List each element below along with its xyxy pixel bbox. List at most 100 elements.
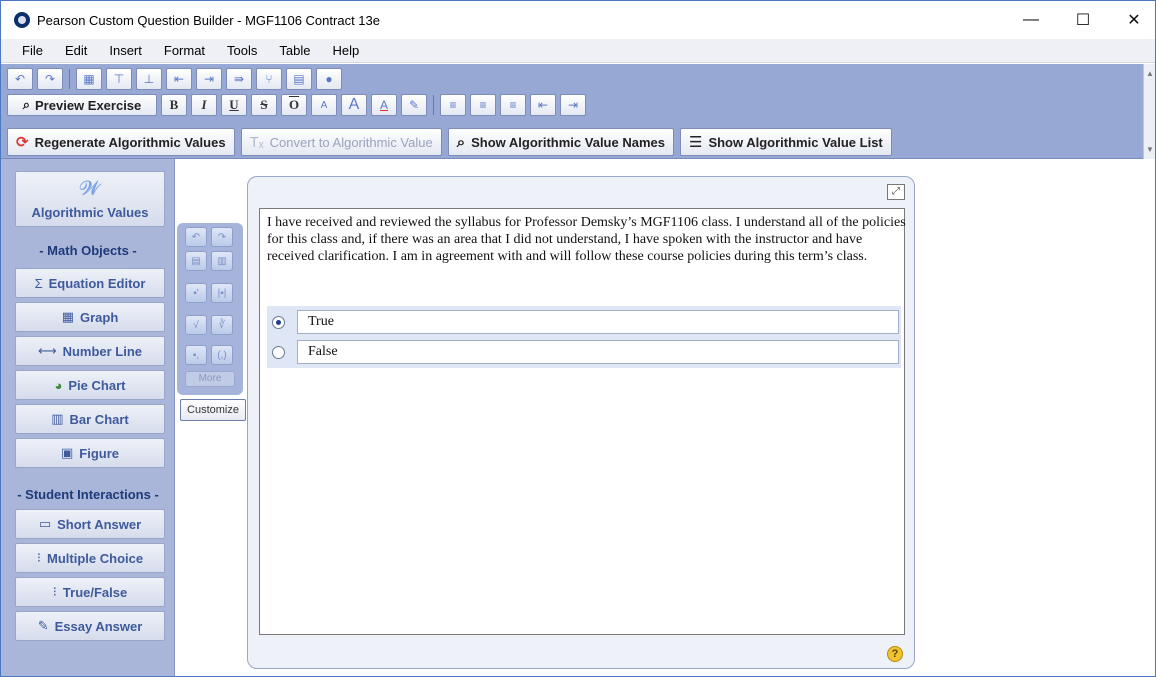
question-editor-area[interactable] bbox=[259, 208, 905, 635]
delete-column-icon[interactable]: ⇛ bbox=[226, 68, 252, 90]
scroll-down-icon[interactable]: ▼ bbox=[1146, 146, 1154, 154]
multiple-choice-button[interactable]: ⁝ Multiple Choice bbox=[15, 543, 165, 573]
superscript-icon[interactable]: ▪' bbox=[185, 283, 207, 303]
mixed-fraction-icon[interactable]: ▥ bbox=[211, 251, 233, 271]
equation-editor-button[interactable]: Σ Equation Editor bbox=[15, 268, 165, 298]
toolbar-area: ↶ ↷ ▦ ⊤ ⊥ ⇤ ⇥ ⇛ ⑂ ▤ ● ⌕ Preview Exercise… bbox=[1, 64, 1155, 159]
font-size-decrease-icon[interactable]: A bbox=[311, 94, 337, 116]
menu-bar: File Edit Insert Format Tools Table Help bbox=[1, 39, 1155, 63]
more-button[interactable]: More bbox=[185, 371, 235, 387]
bold-button[interactable]: B bbox=[161, 94, 187, 116]
redo-icon[interactable]: ↷ bbox=[211, 227, 233, 247]
question-text[interactable]: I have received and reviewed the syllabu… bbox=[267, 214, 907, 265]
menu-edit[interactable]: Edit bbox=[54, 43, 98, 58]
fraction-icon[interactable]: ▤ bbox=[185, 251, 207, 271]
customize-button[interactable]: Customize bbox=[180, 399, 246, 421]
answer-field-false[interactable]: False bbox=[297, 340, 899, 364]
true-false-button[interactable]: ⁝ True/False bbox=[15, 577, 165, 607]
subscript-icon[interactable]: ▪, bbox=[185, 345, 207, 365]
table-properties-icon[interactable]: ▤ bbox=[286, 68, 312, 90]
show-algorithmic-value-names-button[interactable]: ⌕ Show Algorithmic Value Names bbox=[447, 128, 674, 156]
insert-panel: 𝓦 Algorithmic Values - Math Objects - ΣE… bbox=[1, 159, 175, 676]
align-left-icon[interactable]: ≡ bbox=[440, 94, 466, 116]
algorithmic-values-button[interactable]: 𝓦 Algorithmic Values bbox=[15, 171, 165, 227]
number-line-icon: ⟷ bbox=[37, 343, 57, 358]
pie-chart-button[interactable]: ◕ Pie Chart bbox=[15, 370, 165, 400]
underline-button[interactable]: U bbox=[221, 94, 247, 116]
insert-row-below-icon[interactable]: ⊥ bbox=[136, 68, 162, 90]
insert-row-above-icon[interactable]: ⊤ bbox=[106, 68, 132, 90]
insert-column-left-icon[interactable]: ⇤ bbox=[166, 68, 192, 90]
align-center-icon[interactable]: ≡ bbox=[470, 94, 496, 116]
undo-icon[interactable]: ↶ bbox=[7, 68, 33, 90]
menu-insert[interactable]: Insert bbox=[98, 43, 153, 58]
number-line-button[interactable]: ⟷ Number Line bbox=[15, 336, 165, 366]
answer-radio-false[interactable] bbox=[272, 346, 285, 359]
text-color-icon[interactable]: A bbox=[371, 94, 397, 116]
short-answer-icon: ▭ bbox=[38, 516, 52, 531]
toolbar-scrollbar[interactable]: ▲ ▼ bbox=[1143, 64, 1155, 159]
merge-cells-icon[interactable]: ⑂ bbox=[256, 68, 282, 90]
figure-button[interactable]: ▣ Figure bbox=[15, 438, 165, 468]
nth-root-icon[interactable]: ∛ bbox=[211, 315, 233, 335]
highlight-icon[interactable]: ✎ bbox=[401, 94, 427, 116]
strikethrough-button[interactable]: S bbox=[251, 94, 277, 116]
app-logo-icon bbox=[14, 12, 30, 28]
menu-help[interactable]: Help bbox=[321, 43, 370, 58]
multiple-choice-icon: ⁝ bbox=[36, 550, 42, 565]
toolbar-row-edit: ↶ ↷ ▦ ⊤ ⊥ ⇤ ⇥ ⇛ ⑂ ▤ ● bbox=[7, 68, 346, 90]
magnifier-icon: ⌕ bbox=[22, 97, 31, 112]
menu-tools[interactable]: Tools bbox=[216, 43, 268, 58]
close-button[interactable]: ✕ bbox=[1111, 1, 1155, 39]
convert-icon: Tₓ bbox=[249, 133, 264, 151]
indent-icon[interactable]: ⇥ bbox=[560, 94, 586, 116]
student-interactions-heading: - Student Interactions - bbox=[17, 487, 159, 502]
scroll-up-icon[interactable]: ▲ bbox=[1146, 70, 1154, 78]
preview-exercise-button[interactable]: ⌕ Preview Exercise bbox=[7, 94, 157, 116]
show-algorithmic-value-list-button[interactable]: ☰ Show Algorithmic Value List bbox=[679, 128, 892, 156]
help-icon[interactable]: ? bbox=[887, 646, 903, 662]
window-title: Pearson Custom Question Builder - MGF110… bbox=[37, 12, 380, 28]
bar-chart-button[interactable]: ▥ Bar Chart bbox=[15, 404, 165, 434]
pie-chart-icon: ◕ bbox=[54, 377, 63, 393]
toolbar-divider bbox=[433, 95, 434, 115]
toolbar-row-algorithmic: ⟳ Regenerate Algorithmic Values Tₓ Conve… bbox=[7, 127, 898, 157]
square-root-icon[interactable]: √ bbox=[185, 315, 207, 335]
sigma-icon: Σ bbox=[34, 275, 43, 291]
insert-media-icon[interactable]: ● bbox=[316, 68, 342, 90]
outdent-icon[interactable]: ⇤ bbox=[530, 94, 556, 116]
essay-icon: ✎ bbox=[37, 618, 49, 633]
undo-icon[interactable]: ↶ bbox=[185, 227, 207, 247]
expand-icon[interactable]: ⤢ bbox=[887, 184, 905, 200]
italic-button[interactable]: I bbox=[191, 94, 217, 116]
insert-column-right-icon[interactable]: ⇥ bbox=[196, 68, 222, 90]
insert-table-icon[interactable]: ▦ bbox=[76, 68, 102, 90]
ordered-pair-icon[interactable]: (,) bbox=[211, 345, 233, 365]
bar-chart-icon: ▥ bbox=[51, 411, 64, 426]
short-answer-button[interactable]: ▭ Short Answer bbox=[15, 509, 165, 539]
minimize-button[interactable]: — bbox=[1008, 1, 1054, 39]
menu-table[interactable]: Table bbox=[268, 43, 321, 58]
show-names-icon: ⌕ bbox=[456, 133, 466, 151]
overline-button[interactable]: O bbox=[281, 94, 307, 116]
redo-icon[interactable]: ↷ bbox=[37, 68, 63, 90]
answer-field-true[interactable]: True bbox=[297, 310, 899, 334]
essay-answer-button[interactable]: ✎ Essay Answer bbox=[15, 611, 165, 641]
font-size-increase-icon[interactable]: A bbox=[341, 94, 367, 116]
answer-row-false: False bbox=[267, 339, 901, 365]
value-list-icon: ☰ bbox=[688, 134, 703, 151]
menu-file[interactable]: File bbox=[11, 43, 54, 58]
true-false-icon: ⁝ bbox=[52, 584, 57, 599]
convert-to-algorithmic-value-button[interactable]: Tₓ Convert to Algorithmic Value bbox=[240, 128, 442, 156]
graph-icon: ▦ bbox=[61, 309, 74, 324]
maximize-button[interactable]: ☐ bbox=[1060, 1, 1106, 39]
answer-radio-true[interactable] bbox=[272, 316, 285, 329]
absolute-value-icon[interactable]: |▪| bbox=[211, 283, 233, 303]
answer-row-true: True bbox=[267, 309, 901, 335]
menu-format[interactable]: Format bbox=[153, 43, 216, 58]
toolbar-divider bbox=[69, 69, 70, 89]
align-right-icon[interactable]: ≡ bbox=[500, 94, 526, 116]
figure-icon: ▣ bbox=[60, 445, 74, 460]
regenerate-algorithmic-values-button[interactable]: ⟳ Regenerate Algorithmic Values bbox=[7, 128, 235, 156]
graph-button[interactable]: ▦ Graph bbox=[15, 302, 165, 332]
